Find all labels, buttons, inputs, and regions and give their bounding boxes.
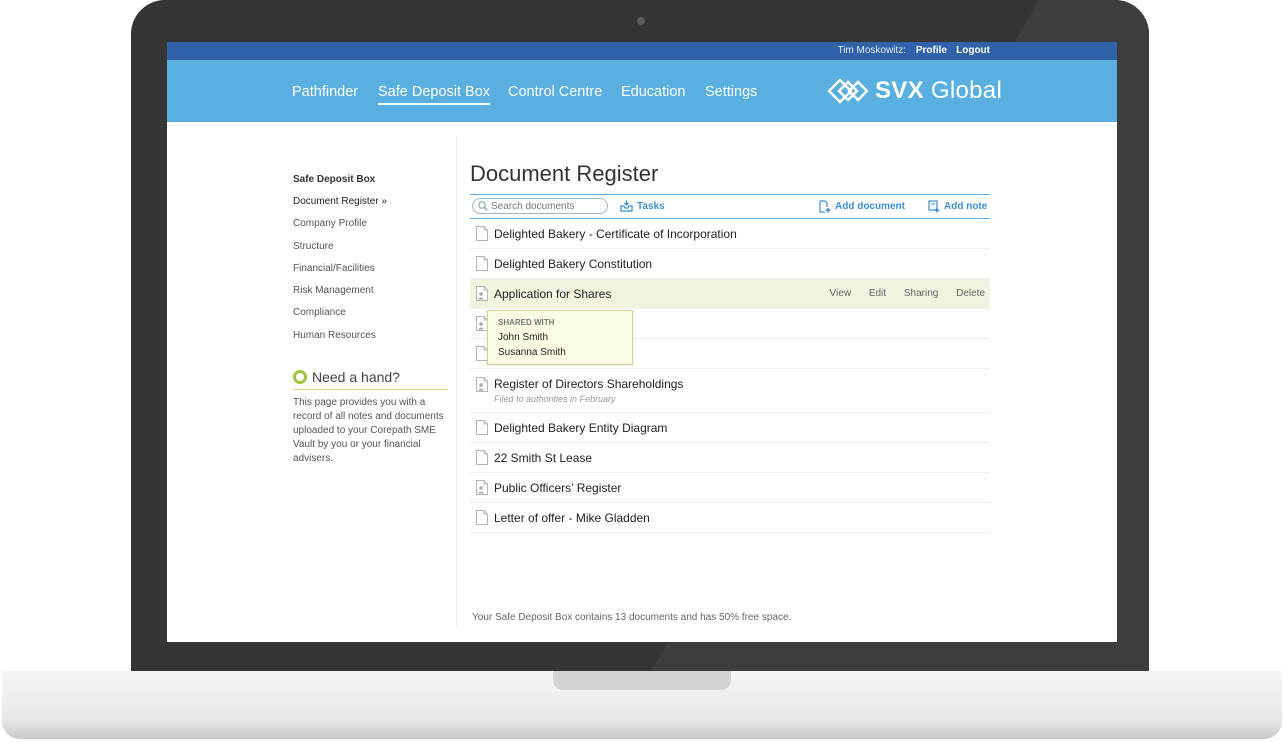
brand-bold: SVX [875, 77, 924, 104]
document-row-selected[interactable]: Application for Shares View Edit Sharing… [470, 279, 990, 309]
document-row[interactable]: Delighted Bakery Entity Diagram [470, 413, 990, 443]
shared-document-icon [476, 286, 488, 301]
document-name[interactable]: Delighted Bakery Entity Diagram [494, 421, 667, 435]
sidebar-item-compliance[interactable]: Compliance [293, 307, 448, 329]
main-nav: Pathfinder Safe Deposit Box Control Cent… [167, 60, 1117, 122]
shared-document-icon [476, 480, 488, 495]
tasks-button[interactable]: Tasks [620, 200, 665, 212]
shared-user: Susanna Smith [498, 347, 566, 358]
document-icon [476, 450, 488, 465]
edit-link[interactable]: Edit [869, 288, 886, 299]
document-name[interactable]: Public Officers’ Register [494, 481, 621, 495]
app-screen: Tim Moskowitz: Profile Logout Pathfinder… [167, 42, 1117, 642]
brand-logo[interactable]: SVX Global [827, 76, 1002, 106]
document-row[interactable]: Register of Directors Shareholdings File… [470, 369, 990, 413]
sidebar-item-document-register[interactable]: Document Register » [293, 196, 448, 218]
document-name[interactable]: Letter of offer - Mike Gladden [494, 511, 650, 525]
sidebar-item-financial-facilities[interactable]: Financial/Facilities [293, 263, 448, 285]
document-icon [476, 420, 488, 435]
sidebar-item-risk-management[interactable]: Risk Management [293, 285, 448, 307]
sidebar-item-structure[interactable]: Structure [293, 241, 448, 263]
help-title: Need a hand? [293, 369, 448, 390]
add-document-label: Add document [835, 201, 905, 212]
document-icon [476, 510, 488, 525]
add-note-label: Add note [944, 201, 988, 212]
row-actions: View Edit Sharing Delete [815, 288, 985, 299]
document-row[interactable]: Delighted Bakery - Certificate of Incorp… [470, 219, 990, 249]
nav-pathfinder[interactable]: Pathfinder [292, 84, 358, 100]
view-link[interactable]: View [830, 288, 852, 299]
shared-with-popover: SHARED WITH John Smith Susanna Smith [487, 310, 633, 365]
toolbar: Tasks Add document Add note [470, 194, 990, 219]
storage-summary: Your Safe Deposit Box contains 13 docume… [472, 612, 792, 623]
document-name[interactable]: Register of Directors Shareholdings [494, 377, 683, 391]
tasks-label: Tasks [637, 200, 665, 212]
document-note: Filed to authorities in February [494, 394, 616, 404]
popover-title: SHARED WITH [498, 318, 555, 327]
sidebar-item-company-profile[interactable]: Company Profile [293, 218, 448, 240]
sidebar-item-human-resources[interactable]: Human Resources [293, 330, 448, 352]
add-note-icon [928, 200, 940, 213]
add-note-button[interactable]: Add note [928, 200, 987, 213]
shared-document-icon [476, 377, 488, 392]
document-icon [476, 256, 488, 271]
tasks-inbox-icon [620, 200, 633, 212]
document-row[interactable]: Letter of offer - Mike Gladden [470, 503, 990, 533]
nav-settings[interactable]: Settings [705, 84, 757, 100]
help-panel: Need a hand? This page provides you with… [293, 369, 448, 466]
page-title: Document Register [470, 161, 659, 186]
user-name: Tim Moskowitz: [837, 45, 906, 56]
lifebuoy-icon [293, 370, 307, 384]
nav-safe-deposit-box[interactable]: Safe Deposit Box [378, 84, 491, 105]
svx-diamond-icon [827, 78, 869, 104]
brand-wordmark: SVX Global [875, 77, 1002, 105]
laptop-notch [553, 671, 731, 690]
nav-education[interactable]: Education [621, 84, 686, 100]
brand-light: Global [930, 77, 1003, 104]
search-input[interactable] [491, 200, 601, 212]
column-divider [456, 137, 457, 627]
document-name[interactable]: Delighted Bakery - Certificate of Incorp… [494, 227, 737, 241]
sharing-link[interactable]: Sharing [904, 288, 938, 299]
webcam [637, 17, 645, 25]
sidebar: Safe Deposit Box Document Register » Com… [293, 174, 448, 352]
help-title-text: Need a hand? [312, 369, 400, 385]
add-document-icon [819, 200, 831, 213]
document-name[interactable]: Delighted Bakery Constitution [494, 257, 652, 271]
account-bar: Tim Moskowitz: Profile Logout [167, 42, 1117, 60]
nav-control-centre[interactable]: Control Centre [508, 84, 602, 100]
add-document-button[interactable]: Add document [819, 200, 905, 213]
shared-user: John Smith [498, 332, 549, 343]
search-box[interactable] [472, 198, 608, 214]
document-row[interactable]: Delighted Bakery Constitution [470, 249, 990, 279]
search-icon [478, 201, 488, 211]
document-name[interactable]: 22 Smith St Lease [494, 451, 592, 465]
sidebar-heading: Safe Deposit Box [293, 174, 376, 185]
profile-link[interactable]: Profile [916, 42, 947, 60]
document-text: Register of Directors Shareholdings File… [494, 377, 683, 404]
document-row[interactable]: Public Officers’ Register [470, 473, 990, 503]
document-row[interactable]: 22 Smith St Lease [470, 443, 990, 473]
delete-link[interactable]: Delete [956, 288, 985, 299]
document-register: Document Register Tasks [470, 161, 990, 533]
logout-link[interactable]: Logout [956, 42, 990, 60]
help-text: This page provides you with a record of … [293, 397, 444, 464]
document-icon [476, 226, 488, 241]
document-name[interactable]: Application for Shares [494, 287, 611, 301]
